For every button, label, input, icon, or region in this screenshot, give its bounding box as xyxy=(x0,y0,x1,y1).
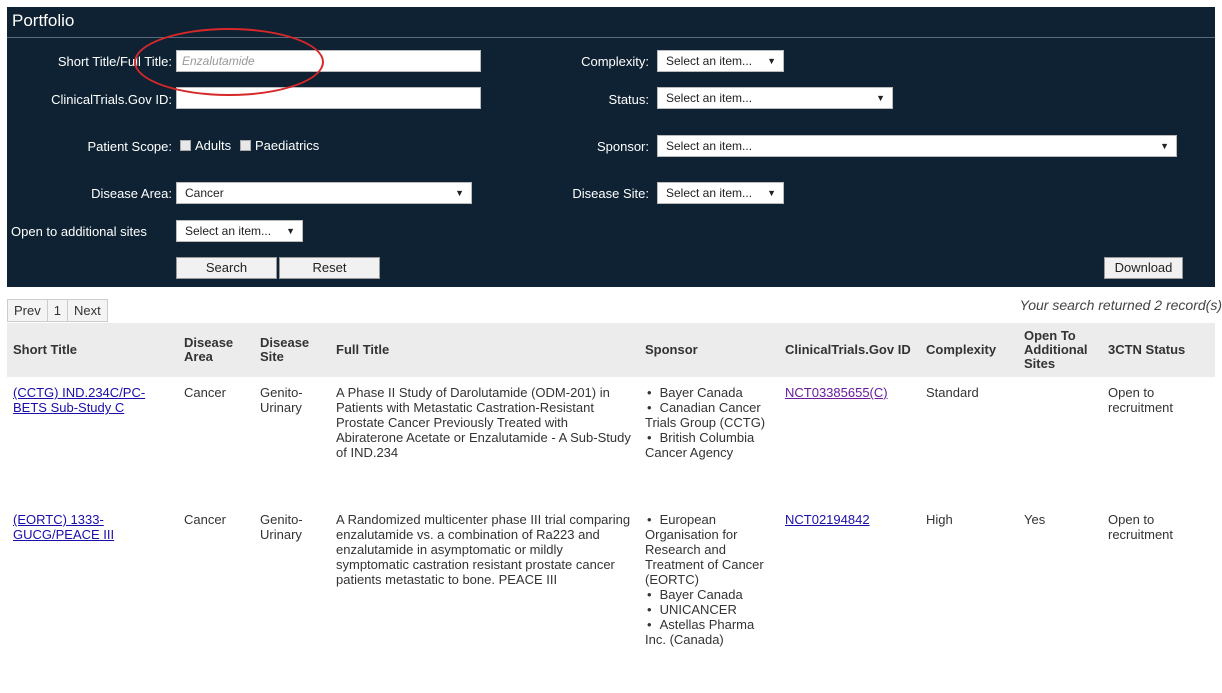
chevron-down-icon: ▼ xyxy=(767,56,776,66)
col-header-complexity[interactable]: Complexity xyxy=(920,323,1018,377)
col-header-open-sites[interactable]: Open To Additional Sites xyxy=(1018,323,1102,377)
search-button[interactable]: Search xyxy=(176,257,277,279)
short-title-link[interactable]: (CCTG) IND.234C/PC-BETS Sub-Study C xyxy=(13,385,145,415)
complexity-cell: High xyxy=(926,512,953,527)
sponsor-cell: Bayer Canada Canadian Cancer Trials Grou… xyxy=(639,377,779,504)
chevron-down-icon: ▼ xyxy=(876,93,885,103)
sponsor-select[interactable]: Select an item... ▼ xyxy=(657,135,1177,157)
disease-site-cell: Genito-Urinary xyxy=(260,512,303,542)
panel-divider xyxy=(7,37,1215,38)
sponsor-item: UNICANCER xyxy=(645,602,773,617)
disease-site-label: Disease Site: xyxy=(572,186,649,201)
col-header-disease-site[interactable]: Disease Site xyxy=(254,323,330,377)
short-title-input[interactable] xyxy=(176,50,481,72)
complexity-value: Select an item... xyxy=(666,54,753,68)
sponsor-item: Astellas Pharma Inc. (Canada) xyxy=(645,617,773,647)
chevron-down-icon: ▼ xyxy=(286,226,295,236)
download-button[interactable]: Download xyxy=(1104,257,1183,279)
table-row: (CCTG) IND.234C/PC-BETS Sub-Study C Canc… xyxy=(7,377,1215,504)
col-header-disease-area[interactable]: Disease Area xyxy=(178,323,254,377)
short-title-label: Short Title/Full Title: xyxy=(57,54,172,69)
ctgov-id-link[interactable]: NCT02194842 xyxy=(785,512,870,527)
col-header-short-title[interactable]: Short Title xyxy=(7,323,178,377)
search-panel: Portfolio Short Title/Full Title: Clinic… xyxy=(7,7,1215,287)
open-sites-cell: Yes xyxy=(1024,512,1046,527)
disease-site-value: Select an item... xyxy=(666,186,753,200)
ctgov-id-input[interactable] xyxy=(176,87,481,109)
full-title-cell: A Phase II Study of Darolutamide (ODM-20… xyxy=(336,385,631,460)
complexity-label: Complexity: xyxy=(581,54,649,69)
open-sites-select[interactable]: Select an item... ▼ xyxy=(176,220,303,242)
status-value: Select an item... xyxy=(666,91,753,105)
disease-site-cell: Genito-Urinary xyxy=(260,385,303,415)
table-header-row: Short Title Disease Area Disease Site Fu… xyxy=(7,323,1215,377)
disease-area-cell: Cancer xyxy=(184,385,226,400)
patient-scope-label: Patient Scope: xyxy=(87,139,172,154)
reset-button[interactable]: Reset xyxy=(279,257,380,279)
sponsor-item: Canadian Cancer Trials Group (CCTG) xyxy=(645,400,773,430)
complexity-select[interactable]: Select an item... ▼ xyxy=(657,50,784,72)
col-header-sponsor[interactable]: Sponsor xyxy=(639,323,779,377)
adults-checkbox-label: Adults xyxy=(195,138,232,153)
sponsor-item: Bayer Canada xyxy=(645,587,773,602)
table-row: (EORTC) 1333-GUCG/PEACE III Cancer Genit… xyxy=(7,504,1215,684)
sponsor-item: European Organisation for Research and T… xyxy=(645,512,773,587)
disease-area-cell: Cancer xyxy=(184,512,226,527)
paediatrics-checkbox[interactable]: Paediatrics xyxy=(240,138,319,153)
disease-area-value: Cancer xyxy=(185,186,224,200)
pager-prev[interactable]: Prev xyxy=(8,300,48,321)
status-select[interactable]: Select an item... ▼ xyxy=(657,87,893,109)
results-table: Short Title Disease Area Disease Site Fu… xyxy=(7,323,1215,684)
disease-site-select[interactable]: Select an item... ▼ xyxy=(657,182,784,204)
full-title-cell: A Randomized multicenter phase III trial… xyxy=(336,512,631,587)
panel-title: Portfolio xyxy=(12,11,75,30)
ctgov-id-label: ClinicalTrials.Gov ID: xyxy=(51,92,172,107)
open-sites-cell xyxy=(1018,377,1102,504)
sponsor-value: Select an item... xyxy=(666,139,753,153)
ctgov-id-link[interactable]: NCT03385655(C) xyxy=(785,385,888,400)
pager-page-1[interactable]: 1 xyxy=(48,300,68,321)
adults-checkbox-box[interactable] xyxy=(180,140,191,151)
record-count: Your search returned 2 record(s) xyxy=(1019,297,1222,313)
col-header-full-title[interactable]: Full Title xyxy=(330,323,639,377)
paediatrics-checkbox-box[interactable] xyxy=(240,140,251,151)
col-header-ctgov-id[interactable]: ClinicalTrials.Gov ID xyxy=(779,323,920,377)
sponsor-label: Sponsor: xyxy=(596,139,649,154)
sponsor-item: Bayer Canada xyxy=(645,385,773,400)
pager-next[interactable]: Next xyxy=(68,300,107,321)
adults-checkbox[interactable]: Adults xyxy=(180,138,231,153)
sponsor-item: British Columbia Cancer Agency xyxy=(645,430,773,460)
col-header-status[interactable]: 3CTN Status xyxy=(1102,323,1215,377)
status-cell: Open to recruitment xyxy=(1108,512,1174,542)
paediatrics-checkbox-label: Paediatrics xyxy=(255,138,320,153)
chevron-down-icon: ▼ xyxy=(1160,141,1169,151)
chevron-down-icon: ▼ xyxy=(767,188,776,198)
pager: Prev 1 Next xyxy=(7,299,108,322)
status-cell: Open to recruitment xyxy=(1108,385,1174,415)
status-label: Status: xyxy=(608,92,649,107)
open-sites-value: Select an item... xyxy=(185,224,272,238)
complexity-cell: Standard xyxy=(926,385,979,400)
short-title-link[interactable]: (EORTC) 1333-GUCG/PEACE III xyxy=(13,512,114,542)
open-sites-label: Open to additional sites xyxy=(11,224,147,239)
chevron-down-icon: ▼ xyxy=(455,188,464,198)
sponsor-cell: European Organisation for Research and T… xyxy=(639,504,779,684)
disease-area-select[interactable]: Cancer ▼ xyxy=(176,182,472,204)
disease-area-label: Disease Area: xyxy=(91,186,172,201)
